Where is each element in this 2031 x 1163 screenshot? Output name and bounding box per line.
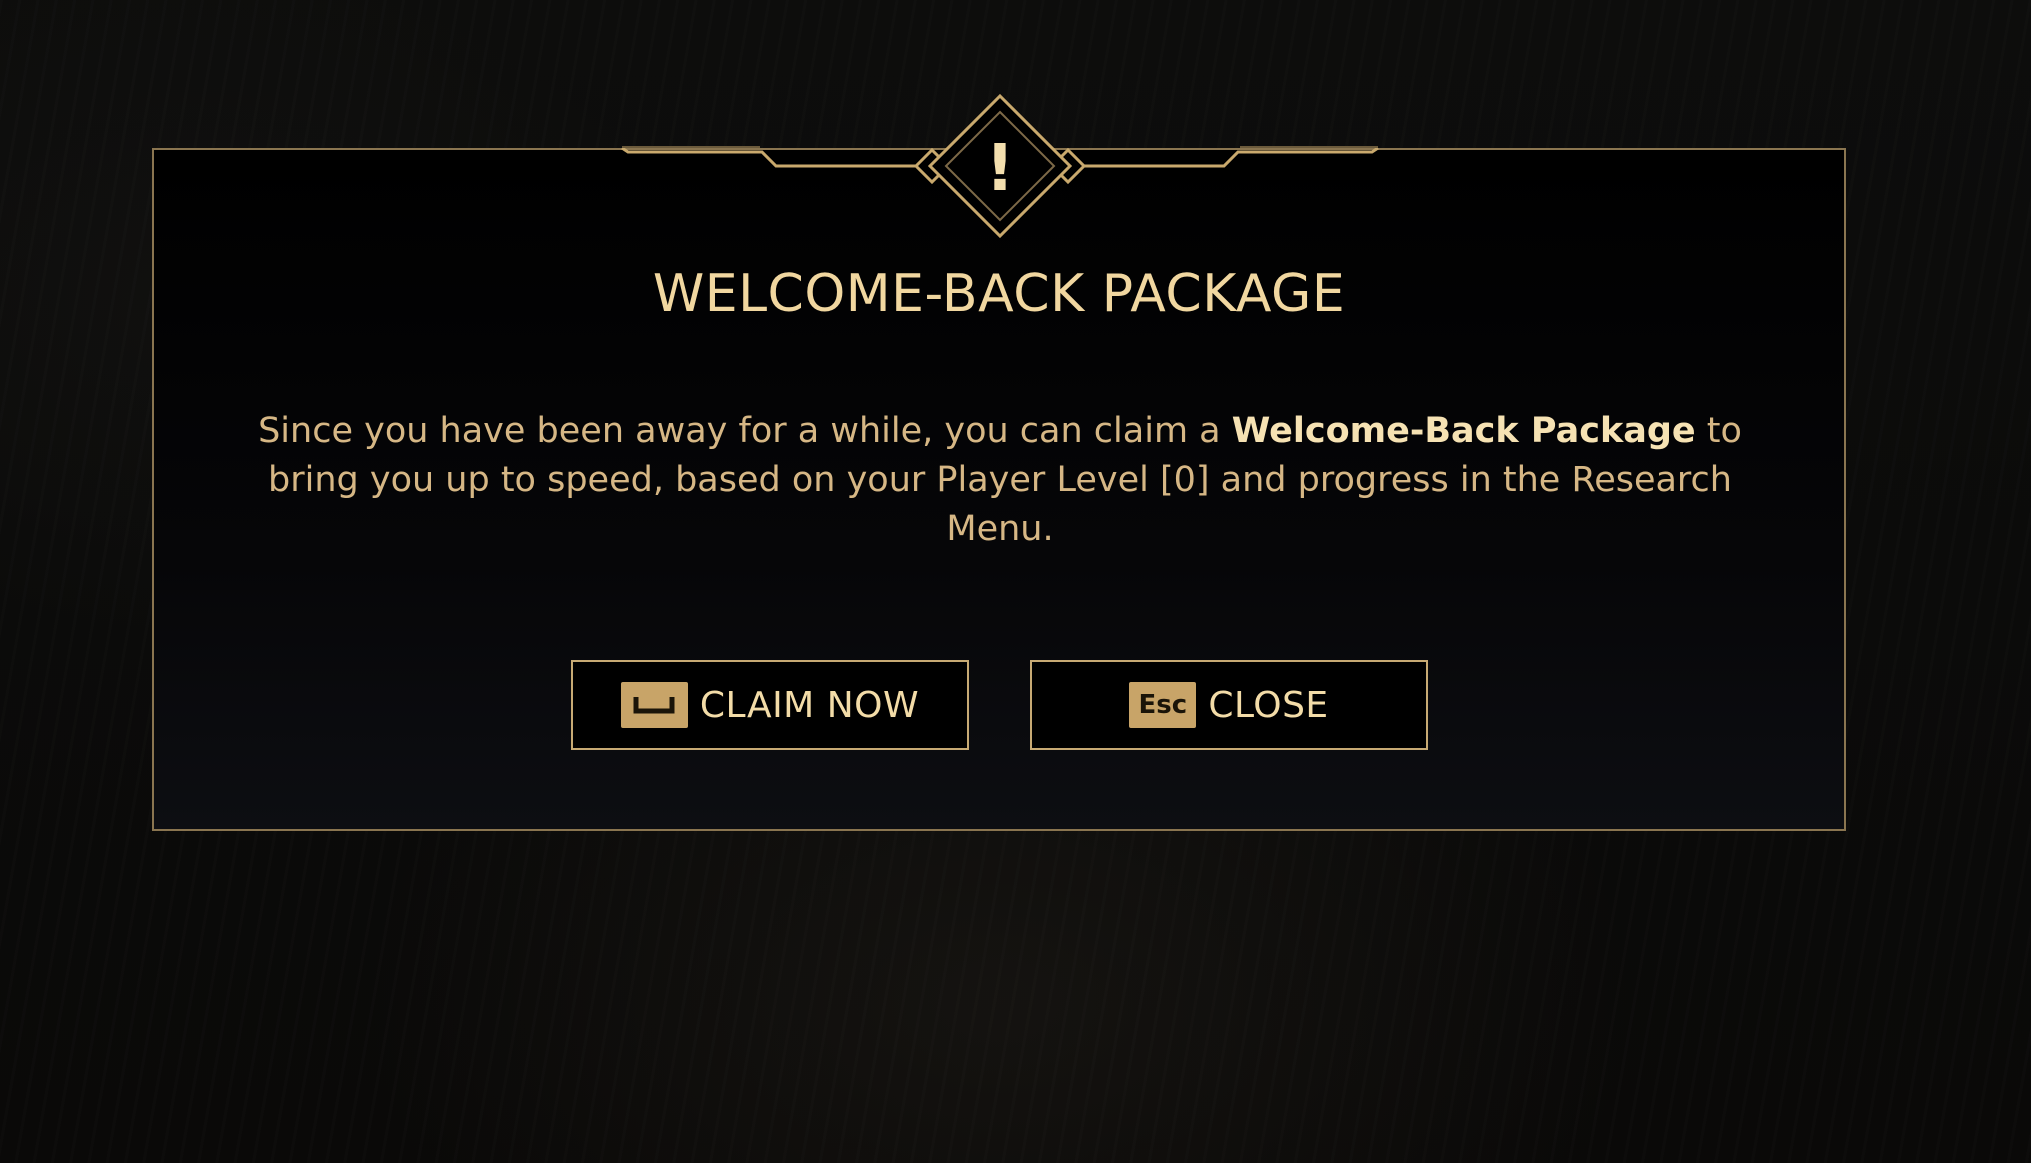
claim-now-button[interactable]: CLAIM NOW bbox=[571, 660, 969, 750]
close-label: CLOSE bbox=[1208, 684, 1329, 726]
claim-now-label: CLAIM NOW bbox=[699, 684, 920, 726]
message-highlight: Welcome-Back Package bbox=[1231, 411, 1696, 451]
dialog-title: WELCOME-BACK PACKAGE bbox=[652, 264, 1346, 324]
alert-icon: ! bbox=[985, 132, 1014, 206]
ornament-left-bar bbox=[621, 146, 918, 168]
close-button[interactable]: Esc CLOSE bbox=[1030, 660, 1428, 750]
dialog-message: Since you have been away for a while, yo… bbox=[230, 407, 1770, 554]
ornament-right-bar bbox=[1082, 146, 1379, 168]
esc-key-icon: Esc bbox=[1129, 682, 1197, 728]
alert-ornament: ! bbox=[621, 93, 1379, 239]
message-text-start: Since you have been away for a while, yo… bbox=[258, 411, 1232, 451]
spacebar-icon bbox=[620, 682, 688, 728]
